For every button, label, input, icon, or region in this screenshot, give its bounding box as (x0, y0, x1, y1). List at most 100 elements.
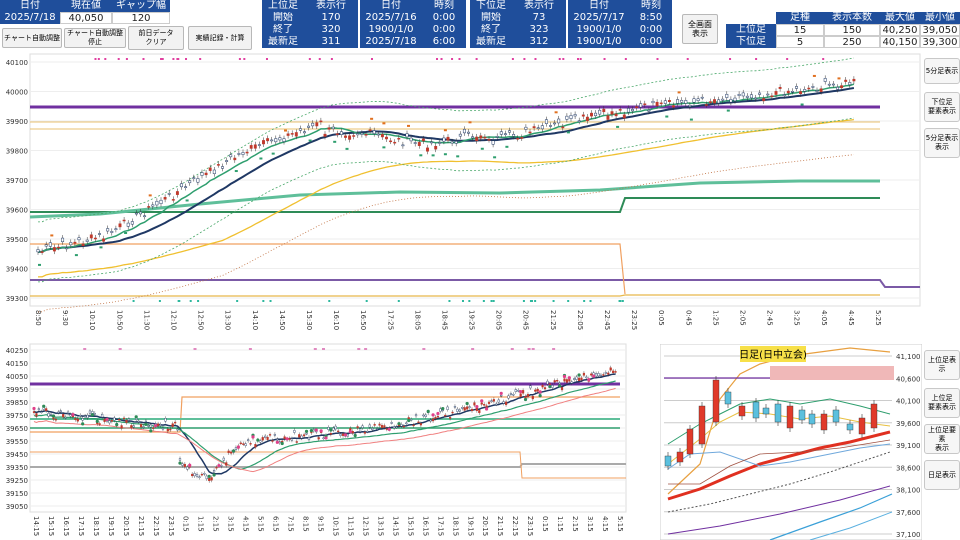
candle-body (48, 242, 52, 247)
candle-body (517, 390, 520, 392)
candle-body (40, 251, 44, 253)
signal-mark (308, 139, 312, 142)
bottom-dot (534, 300, 537, 302)
candle-body (487, 401, 491, 404)
fullscreen-button[interactable]: 全画面 表示 (682, 14, 718, 44)
candle-body (383, 425, 386, 428)
candle-body (144, 420, 148, 423)
side-upper-element2-button[interactable]: 上位足要素 表示 (924, 424, 960, 454)
candle-body (563, 378, 566, 382)
candle-body (147, 206, 151, 208)
candle-body (570, 381, 573, 384)
signal-dot (217, 463, 221, 468)
candle-body (352, 135, 356, 137)
side-daily-button[interactable]: 日足表示 (924, 460, 960, 490)
candle-body (582, 372, 586, 376)
top-dot (436, 58, 439, 60)
candle-body (40, 411, 43, 413)
upper-title: 上位足 (262, 0, 304, 12)
candle-body (290, 133, 294, 135)
candle-body (520, 137, 524, 139)
candle-body (858, 417, 866, 435)
signal-mark (345, 147, 349, 150)
candle-body (463, 407, 466, 411)
x-tick-label: 14:15 (391, 516, 399, 536)
candle-body (612, 370, 615, 374)
x-tick-label: 4:15 (601, 516, 609, 532)
clear-prev-data-button[interactable]: 前日データ クリア (128, 26, 184, 50)
candle-body (212, 169, 216, 175)
candle-body (519, 393, 522, 397)
signal-mark (616, 125, 620, 128)
x-tick-label: 12:50 (197, 310, 205, 330)
x-tick-label: 16:10 (332, 310, 340, 330)
bottom-dot (522, 300, 525, 302)
signal-mark (333, 140, 337, 143)
auto-adjust-stop-button[interactable]: チャート自動調整停止 (64, 28, 126, 48)
x-tick-label: 8:15 (302, 516, 310, 532)
candle-body (676, 451, 684, 463)
x-tick-label: 20:45 (522, 310, 530, 330)
candle-body (453, 405, 457, 408)
candle-body (196, 178, 200, 183)
candle-body (704, 104, 708, 106)
candle-body (696, 98, 700, 101)
candle-body (227, 450, 230, 454)
candle-body (151, 204, 155, 207)
x-tick-label: 0:15 (541, 516, 549, 532)
signal-dot (231, 449, 236, 453)
auto-adjust-button[interactable]: チャート自動調整 (2, 28, 62, 48)
candle-body (575, 376, 578, 380)
candle-body (341, 433, 345, 436)
signal-mark (456, 155, 460, 158)
candle-body (59, 410, 62, 412)
candle-body (385, 136, 388, 140)
side-5min-button[interactable]: 5分足表示 (924, 58, 960, 84)
candle-body (311, 122, 315, 127)
candle-body (85, 239, 89, 242)
candle-body (376, 428, 379, 430)
candle-body (293, 430, 296, 433)
candle-body (597, 373, 600, 377)
lower-title: 下位足 (470, 0, 512, 12)
candle-body (83, 415, 87, 418)
candle-body (585, 376, 588, 379)
upper-end-time: 0:00 (422, 24, 466, 36)
side-lower-element-button[interactable]: 下位足 要素表示 (924, 92, 960, 122)
intraday-chart-lower[interactable]: 40250 40150 40050 39950 39850 39750 39650 39550… (0, 342, 658, 540)
side-upper-element-button[interactable]: 上位足 要素表示 (924, 388, 960, 418)
candle-body (65, 247, 69, 250)
signal-mark (148, 194, 152, 197)
candle-body (376, 133, 380, 136)
candle-body (298, 128, 302, 131)
y-tick-label: 39650 (6, 425, 28, 433)
side-5min-display-button[interactable]: 5分足表示 表示 (924, 128, 960, 158)
signal-dot (90, 413, 94, 417)
x-tick-label: 5:15 (257, 516, 265, 532)
realtime-button[interactable]: 実績記録・計算 (188, 26, 252, 50)
candle-body (390, 422, 393, 424)
top-dot (562, 58, 565, 60)
side-upper-display-button[interactable]: 上位足表示 (924, 350, 960, 380)
signal-dot (353, 433, 357, 438)
candle-body (323, 133, 327, 137)
candle-body (348, 135, 352, 140)
candle-body (419, 423, 422, 426)
candle-body (738, 405, 746, 417)
candle-body (184, 186, 188, 188)
candle-body (820, 413, 828, 431)
daily-chart[interactable]: 41,100 40,600 40,100 39,600 39,100 38,600 38,1… (660, 344, 922, 540)
candle-body (195, 473, 199, 477)
signal-dot (538, 390, 542, 394)
candle-body (590, 373, 593, 376)
signal-dot (587, 378, 591, 382)
y-tick-label: 38,100 (896, 487, 921, 495)
candle-body (549, 125, 552, 127)
bottom-dot (397, 300, 400, 302)
intraday-chart-upper[interactable]: 40100 40000 39900 39800 39700 39600 39500 39400… (0, 52, 922, 340)
signal-dot (475, 404, 479, 409)
candle-body (434, 416, 437, 419)
upper-end-value: 320 (304, 24, 358, 36)
candle-body (52, 247, 56, 252)
summary-row-foot: 15 (776, 24, 824, 36)
